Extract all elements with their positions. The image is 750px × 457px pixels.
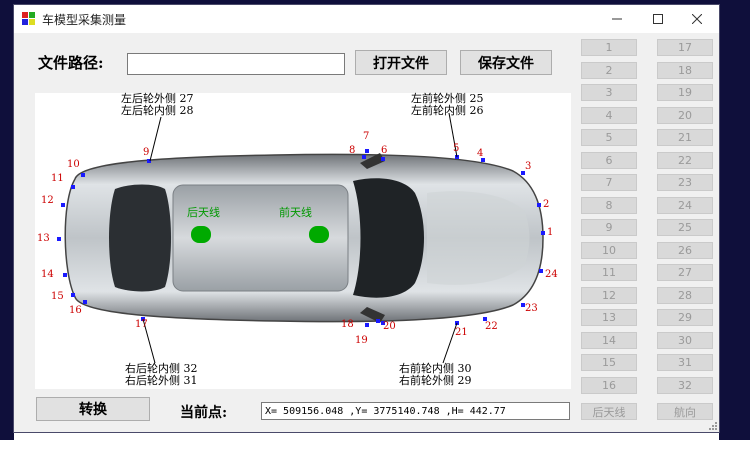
path-label: 文件路径: [38,54,104,72]
point-label: 11 [51,173,64,184]
point-label: 22 [485,321,498,332]
left-front-inner-label: 左前轮内侧 26 [411,104,484,117]
point-label: 18 [341,319,354,330]
open-file-button[interactable]: 打开文件 [355,50,447,75]
point-button-32[interactable]: 32 [657,376,713,394]
point-button-3[interactable]: 3 [581,84,637,101]
point-button-29[interactable]: 29 [657,309,713,326]
point-button-15[interactable]: 15 [581,354,637,371]
front-antenna-label: 前天线 [279,206,312,219]
point-label: 14 [41,269,54,280]
car-diagram [57,112,545,364]
front-antenna-marker [309,226,329,243]
point-button-14[interactable]: 14 [581,331,637,349]
point-label: 17 [135,319,148,330]
minimize-button[interactable] [595,5,639,33]
point-button-6[interactable]: 6 [581,151,637,169]
coordinates-field[interactable]: X= 509156.048 ,Y= 3775140.748 ,H= 442.77 [261,402,570,420]
point-label: 7 [363,131,370,142]
point-button-28[interactable]: 28 [657,286,713,304]
point-label: 23 [525,303,538,314]
point-button-31[interactable]: 31 [657,354,713,371]
desktop-background-right [719,0,750,440]
point-button-27[interactable]: 27 [657,264,713,281]
path-input[interactable] [127,53,345,75]
point-button-13[interactable]: 13 [581,309,637,326]
point-button-17[interactable]: 17 [657,39,713,56]
point-button-16[interactable]: 16 [581,376,637,394]
close-icon [692,14,702,24]
point-button-21[interactable]: 21 [657,129,713,146]
point-label: 16 [69,305,82,316]
point-label: 3 [525,161,532,172]
point-button-23[interactable]: 23 [657,174,713,191]
point-label: 5 [453,143,460,154]
point-label: 6 [381,145,388,156]
point-button-2[interactable]: 2 [581,61,637,79]
point-button-26[interactable]: 26 [657,241,713,259]
desktop-bottom-area [0,440,750,457]
point-button-25[interactable]: 25 [657,219,713,236]
point-label: 9 [143,147,150,158]
app-window: 车模型采集测量 文件路径: 打开文件 保存文件 左后轮外侧 27 左后轮内侧 2… [14,5,719,432]
point-button-5[interactable]: 5 [581,129,637,146]
convert-button[interactable]: 转换 [36,397,150,421]
minimize-icon [612,18,622,20]
point-button-8[interactable]: 8 [581,196,637,214]
point-label: 15 [51,291,64,302]
point-label: 19 [355,335,368,346]
point-label: 12 [41,195,54,206]
point-button-7[interactable]: 7 [581,174,637,191]
point-label: 13 [37,233,50,244]
point-button-11[interactable]: 11 [581,264,637,281]
maximize-button[interactable] [636,5,680,33]
point-label: 20 [383,321,396,332]
point-label: 21 [455,327,468,338]
point-label: 2 [543,199,550,210]
heading-button[interactable]: 航向 [657,403,713,420]
point-button-24[interactable]: 24 [657,196,713,214]
point-button-1[interactable]: 1 [581,39,637,56]
car-image-panel: 左后轮外侧 27 左后轮内侧 28 左前轮外侧 25 左前轮内侧 26 右后轮内… [35,93,571,389]
right-front-outer-label: 右前轮外侧 29 [399,374,472,387]
point-label: 10 [67,159,80,170]
point-button-12[interactable]: 12 [581,286,637,304]
point-button-4[interactable]: 4 [581,106,637,124]
window-title: 车模型采集测量 [42,13,127,27]
save-file-button[interactable]: 保存文件 [460,50,552,75]
point-label: 4 [477,148,484,159]
point-button-9[interactable]: 9 [581,219,637,236]
point-button-30[interactable]: 30 [657,331,713,349]
title-bar: 车模型采集测量 [14,5,719,33]
rear-antenna-label: 后天线 [187,206,220,219]
rear-antenna-marker [191,226,211,243]
rear-antenna-button[interactable]: 后天线 [581,403,637,420]
desktop-background-left [0,0,14,440]
point-label: 8 [349,145,356,156]
point-label: 24 [545,269,558,280]
right-rear-outer-label: 右后轮外侧 31 [125,374,198,387]
close-button[interactable] [675,5,719,33]
left-rear-inner-label: 左后轮内侧 28 [121,104,194,117]
point-label: 1 [547,227,554,238]
app-icon [22,12,35,25]
point-button-18[interactable]: 18 [657,61,713,79]
point-button-19[interactable]: 19 [657,84,713,101]
current-point-label: 当前点: [180,405,228,421]
point-button-20[interactable]: 20 [657,106,713,124]
point-button-22[interactable]: 22 [657,151,713,169]
resize-grip-icon[interactable] [709,422,717,430]
maximize-icon [653,14,663,24]
point-button-10[interactable]: 10 [581,241,637,259]
